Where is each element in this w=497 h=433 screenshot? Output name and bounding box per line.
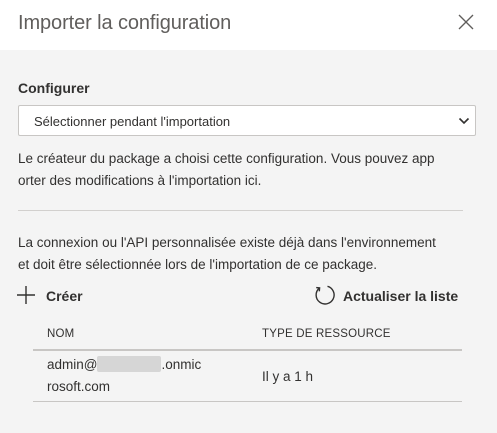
resource-type-cell: Il y a 1 h (262, 369, 314, 384)
refresh-list-label: Actualiser la liste (343, 288, 459, 304)
close-button[interactable] (453, 9, 479, 35)
connection-description-line-2: et doit être sélectionnée lors de l'impo… (18, 257, 378, 272)
connection-description-line-1: La connexion ou l'API personnalisée exis… (18, 235, 436, 250)
configuration-description-line-1: Le créateur du package a choisi cette co… (18, 151, 435, 166)
configuration-description-line-2: orter des modifications à l'importation … (18, 173, 262, 188)
table-row[interactable]: admin@ .onmic rosoft.com Il y a 1 h (33, 351, 462, 401)
plus-icon (17, 286, 35, 304)
connection-name-suffix: .onmic (161, 357, 202, 372)
section-divider (18, 210, 463, 211)
configure-label: Configurer (18, 80, 90, 96)
connection-name-prefix: admin@ (47, 357, 98, 372)
configuration-select-value: Sélectionner pendant l'importation (34, 114, 231, 129)
refresh-icon (315, 285, 335, 305)
column-header-name[interactable]: NOM (47, 328, 74, 340)
table-row-divider (33, 401, 462, 402)
connection-name-line-2: rosoft.com (47, 379, 111, 394)
column-header-resource-type[interactable]: TYPE DE RESSOURCE (262, 328, 391, 340)
refresh-list-button[interactable]: Actualiser la liste (313, 283, 468, 309)
create-button-label: Créer (46, 288, 83, 304)
dialog-header: Importer la configuration (0, 0, 497, 50)
configuration-select[interactable]: Sélectionner pendant l'importation (18, 105, 476, 136)
close-icon (458, 14, 474, 30)
redacted-block (97, 356, 162, 372)
chevron-down-icon (458, 117, 470, 125)
import-configuration-dialog: Importer la configuration Configurer Sél… (0, 0, 497, 433)
dialog-title: Importer la configuration (18, 12, 232, 34)
connection-name-cell: admin@ .onmic rosoft.com (47, 354, 201, 398)
